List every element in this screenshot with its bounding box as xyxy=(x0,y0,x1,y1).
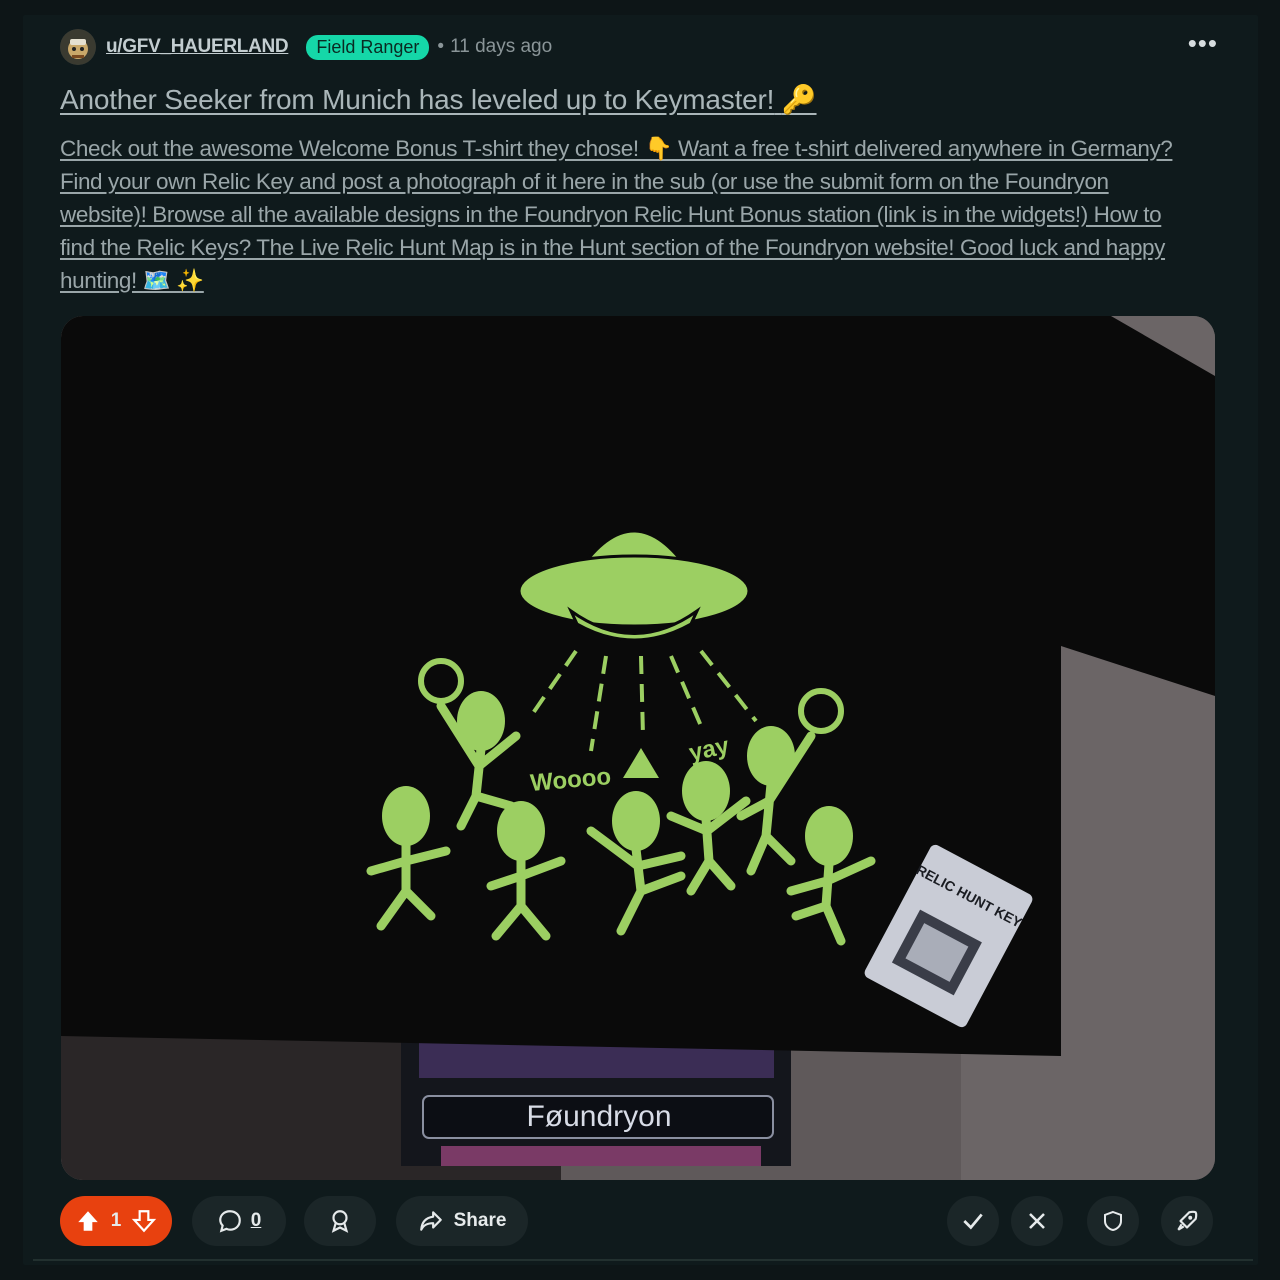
more-options-button[interactable]: ••• xyxy=(1188,30,1218,56)
post-title[interactable]: Another Seeker from Munich has leveled u… xyxy=(60,83,817,116)
remove-button[interactable] xyxy=(1011,1196,1063,1246)
share-icon xyxy=(418,1208,444,1234)
user-flair: Field Ranger xyxy=(306,34,430,60)
rocket-icon xyxy=(1174,1208,1200,1234)
author-link[interactable]: u/GFV_HAUERLAND xyxy=(106,36,289,58)
post-body[interactable]: Check out the awesome Welcome Bonus T-sh… xyxy=(60,132,1200,297)
downvote-button[interactable] xyxy=(131,1208,157,1234)
boost-button[interactable] xyxy=(1161,1196,1213,1246)
post-title-text: Another Seeker from Munich has leveled u… xyxy=(60,84,775,115)
shield-icon xyxy=(1101,1209,1125,1233)
post-age: 11 days ago xyxy=(450,36,553,57)
close-icon xyxy=(1025,1209,1049,1233)
comment-icon xyxy=(217,1208,243,1234)
mod-shield-button[interactable] xyxy=(1087,1196,1139,1246)
key-emoji: 🔑 xyxy=(781,84,817,115)
upvote-button[interactable] xyxy=(75,1208,101,1234)
avatar[interactable] xyxy=(60,29,96,65)
vote-count: 1 xyxy=(110,1210,122,1231)
post-card: u/GFV_HAUERLAND Field Ranger • 11 days a… xyxy=(23,15,1258,1265)
approve-button[interactable] xyxy=(947,1196,999,1246)
meta-separator: • xyxy=(437,36,445,57)
comment-count: 0 xyxy=(250,1210,262,1231)
divider xyxy=(33,1259,1253,1261)
post-meta: u/GFV_HAUERLAND Field Ranger • 11 days a… xyxy=(60,29,553,65)
action-bar: 1 0 Share xyxy=(60,1196,1215,1248)
share-button[interactable]: Share xyxy=(396,1196,528,1246)
vote-control: 1 xyxy=(60,1196,172,1246)
post-image[interactable]: Føundryon Woooo yay RELIC HUNT KEY xyxy=(61,316,1215,1180)
checkmark-icon xyxy=(960,1208,986,1234)
comments-button[interactable]: 0 xyxy=(192,1196,286,1246)
share-label: Share xyxy=(453,1210,507,1231)
award-button[interactable] xyxy=(304,1196,376,1246)
award-icon xyxy=(327,1208,353,1234)
box-brand-text: Føundryon xyxy=(526,1100,671,1133)
